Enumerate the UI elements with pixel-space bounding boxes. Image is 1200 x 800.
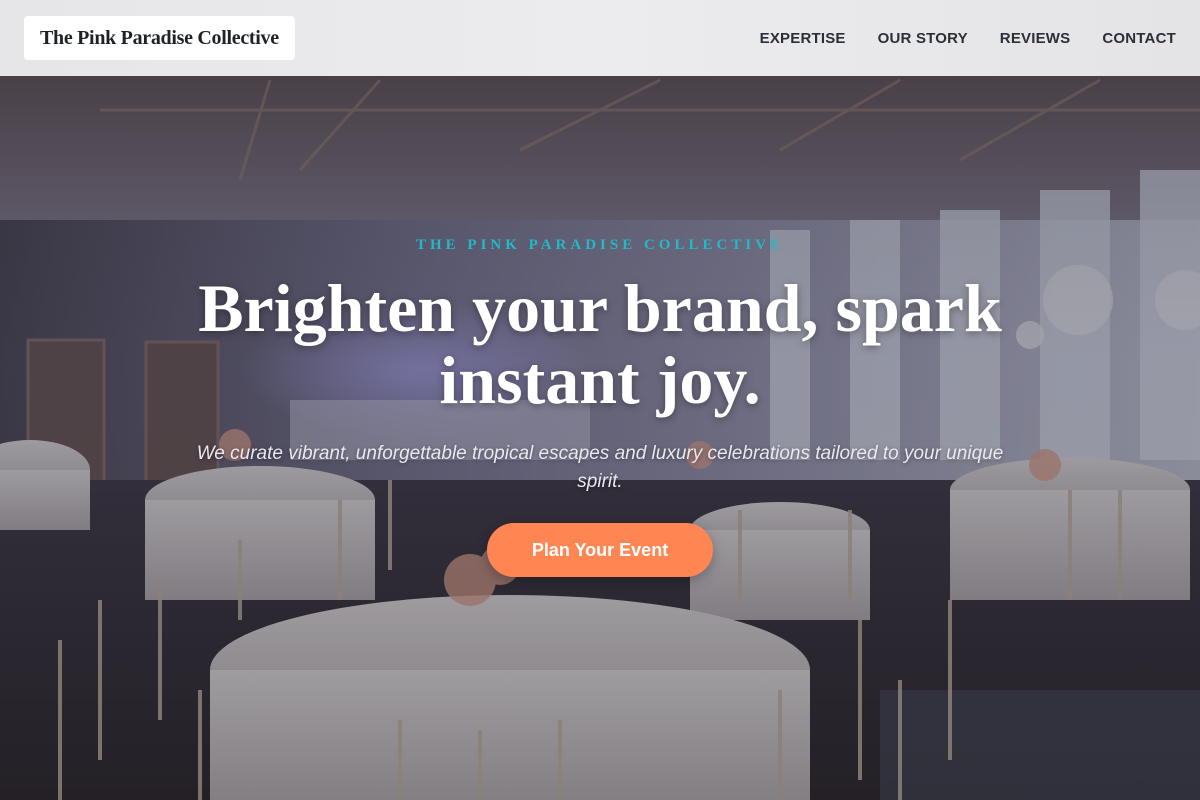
brand-name: The Pink Paradise Collective xyxy=(40,26,279,49)
nav-link-contact[interactable]: CONTACT xyxy=(1102,30,1176,47)
hero-subheadline: We curate vibrant, unforgettable tropica… xyxy=(196,443,1004,492)
hero-section: THE PINK PARADISE COLLECTIVE Brighten yo… xyxy=(0,76,1200,800)
brand-logo[interactable]: The Pink Paradise Collective xyxy=(24,16,295,60)
site-header: The Pink Paradise Collective EXPERTISE O… xyxy=(0,0,1200,76)
nav-link-expertise[interactable]: EXPERTISE xyxy=(760,30,846,47)
nav-link-reviews[interactable]: REVIEWS xyxy=(1000,30,1071,47)
hero-eyebrow: THE PINK PARADISE COLLECTIVE xyxy=(415,237,785,253)
nav-link-our-story[interactable]: OUR STORY xyxy=(878,30,968,47)
plan-your-event-button[interactable]: Plan Your Event xyxy=(487,523,713,577)
hero-headline: Brighten your brand, spark instant joy. xyxy=(198,270,1002,418)
main-nav: EXPERTISE OUR STORY REVIEWS CONTACT xyxy=(760,30,1176,47)
